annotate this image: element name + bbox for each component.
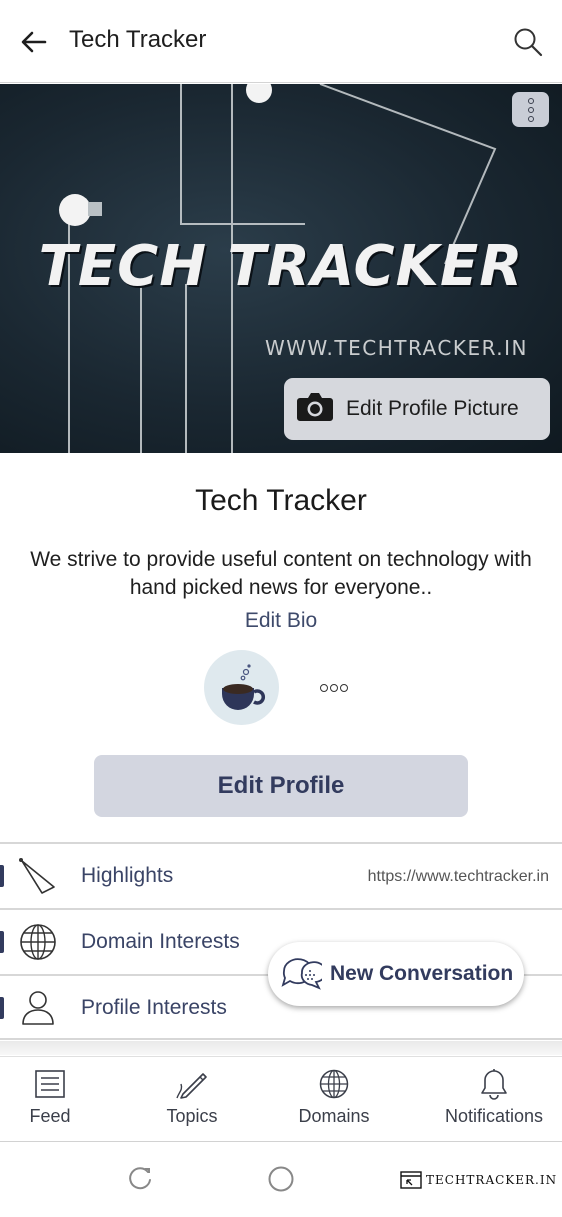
highlights-label: Highlights — [81, 864, 174, 887]
profile-banner: TECH TRACKER WWW.TECHTRACKER.IN Edit Pro… — [0, 84, 562, 453]
person-icon — [17, 988, 59, 1028]
nav-domains-label: Domains — [298, 1106, 370, 1126]
nav-notifications-label: Notifications — [444, 1106, 544, 1126]
profile-interests-label: Profile Interests — [81, 996, 227, 1019]
edit-bio-link[interactable]: Edit Bio — [0, 609, 562, 633]
coffee-cup-icon — [221, 663, 265, 710]
chat-bubbles-icon — [280, 953, 327, 996]
nav-topics[interactable]: Topics — [152, 1057, 232, 1143]
row-accent-bar — [0, 865, 4, 887]
watermark: TECHTRACKER.IN — [400, 1171, 557, 1189]
globe-icon — [17, 922, 59, 962]
list-item-highlights[interactable]: Highlights https://www.techtracker.in — [0, 842, 562, 908]
globe-icon — [319, 1068, 349, 1100]
home-button-icon[interactable] — [265, 1163, 297, 1195]
nav-domains[interactable]: Domains — [290, 1057, 378, 1143]
profile-bio: We strive to provide useful content on t… — [0, 546, 562, 602]
back-arrow-icon[interactable] — [16, 24, 52, 60]
domain-interests-label: Domain Interests — [81, 930, 240, 953]
profile-name: Tech Tracker — [195, 484, 367, 517]
bell-icon — [480, 1068, 508, 1100]
nav-notifications[interactable]: Notifications — [434, 1057, 554, 1143]
edit-profile-picture-button[interactable]: Edit Profile Picture — [284, 378, 550, 440]
more-links-icon[interactable] — [320, 684, 348, 692]
camera-icon — [296, 391, 334, 428]
profile-sections-list: Highlights https://www.techtracker.in Do… — [0, 842, 562, 1040]
row-accent-bar — [0, 997, 4, 1019]
banner-logo-text: TECH TRACKER — [38, 234, 524, 299]
bio-line-1: We strive to provide useful content on t… — [30, 548, 532, 571]
pencil-icon — [175, 1068, 209, 1100]
search-icon[interactable] — [508, 22, 548, 62]
list-bottom-shadow — [0, 1041, 562, 1055]
feed-icon — [35, 1068, 65, 1100]
edit-profile-picture-label: Edit Profile Picture — [346, 397, 519, 420]
bottom-navigation: Feed Topics Domains Notifications — [0, 1056, 562, 1142]
edit-profile-button[interactable]: Edit Profile — [94, 755, 468, 817]
bio-line-2: hand picked news for everyone.. — [129, 576, 433, 599]
nav-feed[interactable]: Feed — [18, 1057, 82, 1143]
avatar[interactable] — [204, 650, 279, 725]
more-options-icon[interactable] — [512, 92, 549, 127]
nav-feed-label: Feed — [29, 1106, 71, 1126]
website-link[interactable]: https://www.techtracker.in — [368, 868, 549, 886]
watermark-text: TECHTRACKER.IN — [426, 1173, 558, 1187]
banner-url-text: WWW.TECHTRACKER.IN — [265, 336, 528, 360]
new-conversation-button[interactable]: New Conversation — [268, 942, 524, 1006]
recent-apps-icon[interactable] — [124, 1163, 156, 1195]
new-conversation-label: New Conversation — [330, 962, 514, 985]
nav-topics-label: Topics — [166, 1106, 218, 1126]
party-hat-icon — [17, 856, 59, 896]
browser-window-icon — [400, 1171, 422, 1189]
page-title: Tech Tracker — [69, 26, 207, 53]
app-bar: Tech Tracker — [0, 0, 562, 83]
row-accent-bar — [0, 931, 4, 953]
